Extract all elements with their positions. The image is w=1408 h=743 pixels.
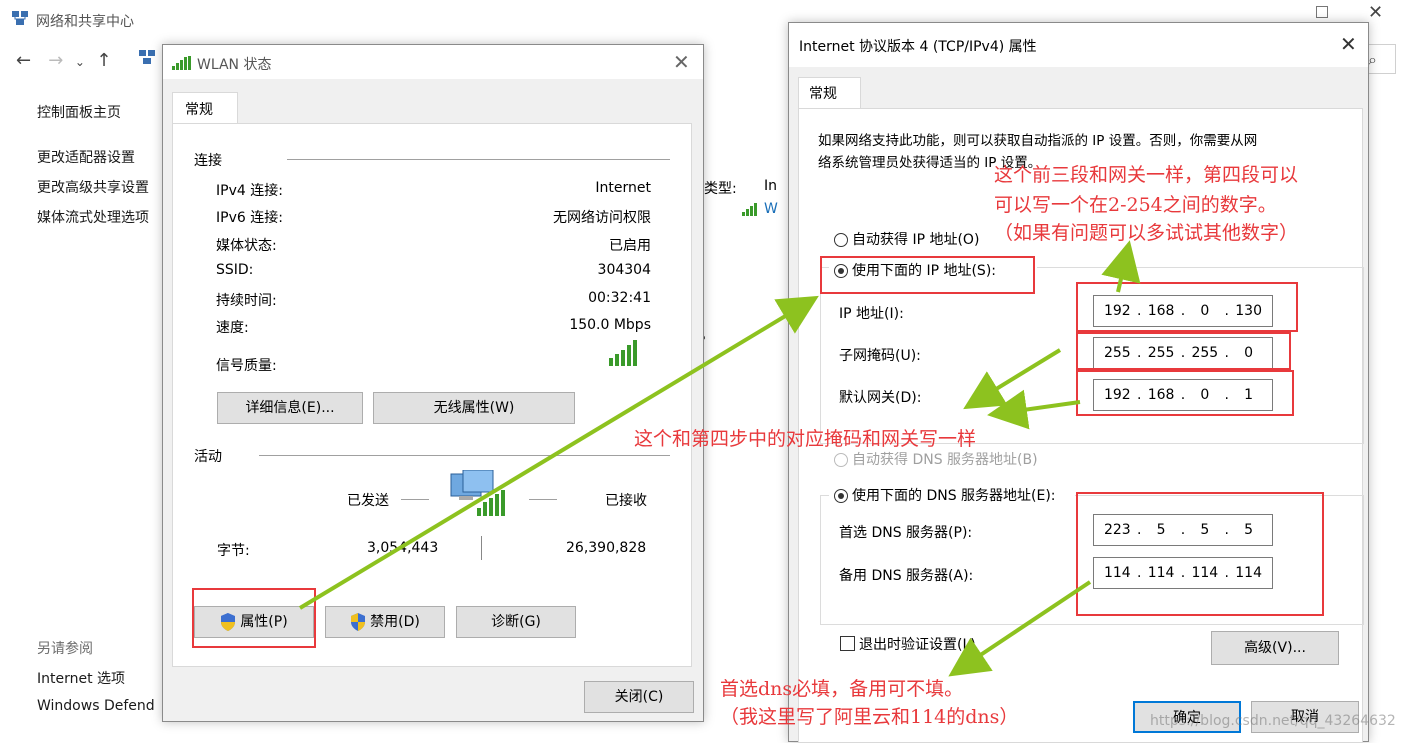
arrows-overlay <box>298 240 1141 677</box>
watermark: https://blog.csdn.net/qq_43264632 <box>1150 713 1396 729</box>
annotation-top-line-3: （如果有问题可以多试试其他数字） <box>994 222 1299 244</box>
arrow-up-to-ip <box>1101 240 1141 293</box>
annotation-top-line-2: 可以写一个在2-254之间的数字。 <box>994 194 1277 216</box>
annotation-middle: 这个和第四步中的对应掩码和网关写一样 <box>634 428 977 450</box>
arrow-to-mask <box>963 348 1062 410</box>
arrow-to-gateway <box>987 389 1081 430</box>
annotation-bottom-line-2: （我这里写了阿里云和114的dns） <box>720 706 1019 728</box>
annotation-top-line-1: 这个前三段和网关一样，第四段可以 <box>994 164 1299 186</box>
annotation-bottom-line-1: 首选dns必填，备用可不填。 <box>720 678 964 700</box>
arrow-properties-to-ip <box>298 295 819 610</box>
arrow-to-dns-note <box>948 580 1092 677</box>
